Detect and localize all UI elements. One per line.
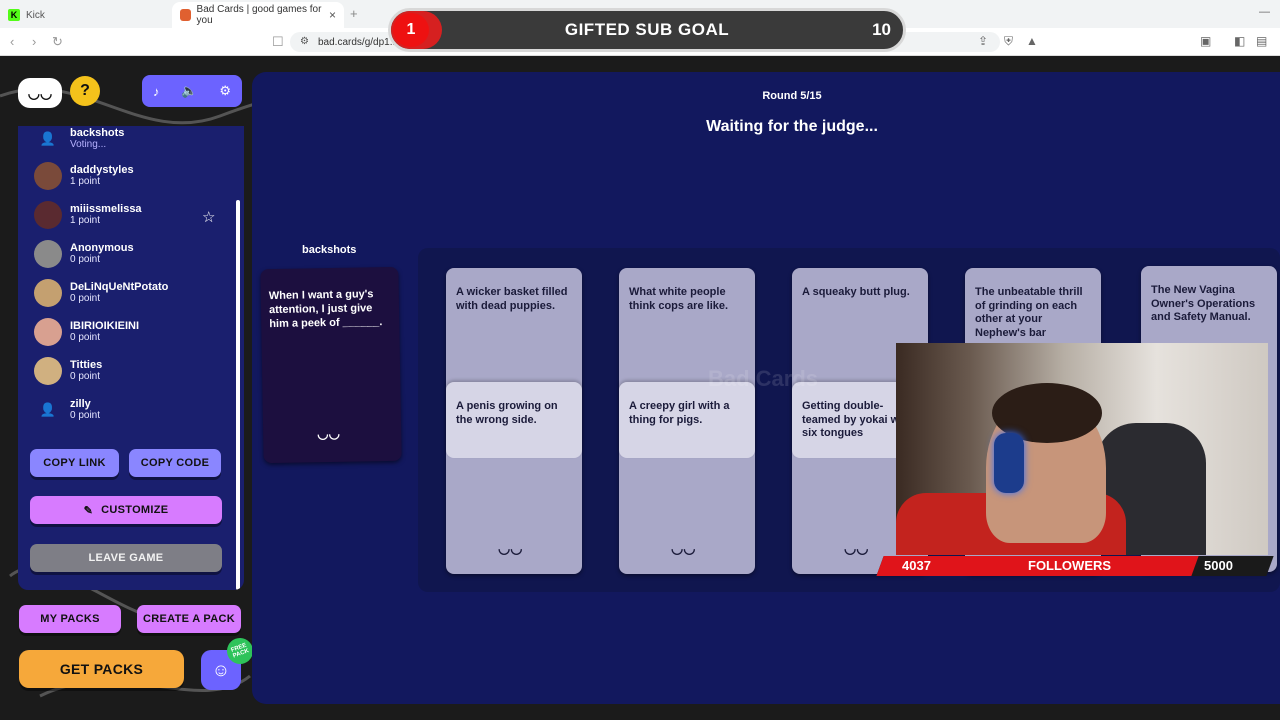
player-name: DeLiNqUeNtPotato (70, 281, 169, 293)
my-packs-button[interactable]: MY PACKS (19, 605, 121, 633)
back-icon[interactable]: ‹ (10, 34, 14, 49)
player-points: 0 point (70, 410, 101, 421)
customize-label: CUSTOMIZE (101, 504, 169, 516)
followers-current: 4037 (902, 558, 931, 573)
player-row: miiissmelissa 1 point (34, 198, 142, 232)
create-pack-button[interactable]: CREATE A PACK (137, 605, 241, 633)
player-points: 0 point (70, 293, 101, 304)
minimize-icon[interactable]: — (1259, 6, 1270, 18)
question-text: When I want a guy's attention, I just gi… (268, 288, 383, 331)
player-row: IBIRIOIKIEINI 0 point (34, 315, 139, 349)
player-name: IBIRIOIKIEINI (70, 320, 140, 332)
player-points: 1 point (70, 176, 101, 187)
player-row: Titties 0 point (34, 354, 102, 388)
help-icon[interactable]: ? (70, 76, 100, 106)
customize-button[interactable]: ✎ CUSTOMIZE (30, 496, 222, 524)
answer-card-front[interactable]: A creepy girl with a thing for pigs. (619, 382, 755, 458)
close-tab-icon[interactable]: × (329, 8, 336, 22)
avatar (34, 318, 62, 346)
answer-text: A squeaky butt plug. (802, 286, 910, 298)
player-row: daddystyles 1 point (34, 159, 134, 193)
copy-code-button[interactable]: COPY CODE (129, 449, 221, 477)
game-controls: ♪ 🔈 ⚙ (142, 75, 242, 107)
answer-card[interactable]: What white people think cops are like. A… (619, 268, 755, 574)
mute-music-icon[interactable]: ♪ (153, 84, 160, 99)
webcam-overlay (896, 343, 1268, 555)
followers-label: FOLLOWERS (1028, 558, 1112, 573)
tab-search-icon[interactable]: ▣ (1200, 34, 1211, 48)
player-name: daddystyles (70, 164, 134, 176)
player-name: miiissmelissa (70, 203, 142, 215)
card-logo-icon: ◡◡ (498, 540, 523, 556)
answer-text: A creepy girl with a thing for pigs. (629, 400, 730, 426)
answer-text: The New Vagina Owner's Operations and Sa… (1151, 284, 1256, 323)
wallet-icon[interactable]: ▤ (1256, 34, 1267, 48)
avatar (34, 357, 62, 385)
player-row: DeLiNqUeNtPotato 0 point (34, 276, 168, 310)
get-packs-button[interactable]: GET PACKS (19, 650, 184, 688)
goal-target-count: 10 (872, 20, 891, 39)
player-name: Anonymous (70, 242, 134, 254)
answer-card-front[interactable]: A penis growing on the wrong side. (446, 382, 582, 458)
extension-triangle-icon[interactable]: ▲ (1026, 34, 1038, 48)
avatar (34, 201, 62, 229)
player-points: 0 point (70, 254, 101, 265)
player-status: Voting... (70, 139, 107, 150)
avatar (34, 162, 62, 190)
sidebar-toggle-icon[interactable]: ◧ (1234, 34, 1245, 48)
window-controls: — (1259, 6, 1270, 18)
copy-link-button[interactable]: COPY LINK (30, 449, 119, 477)
answer-text: What white people think cops are like. (629, 286, 729, 312)
player-list-scrollbar[interactable] (236, 200, 240, 590)
round-counter: Round 5/15 (762, 90, 822, 102)
avatar (34, 279, 62, 307)
brush-icon: ✎ (83, 504, 94, 517)
player-name: backshots (70, 127, 125, 139)
bad-cards-watermark: Bad Cards (708, 366, 819, 391)
followers-target: 5000 (1204, 558, 1233, 573)
extension-shield-icon[interactable]: ⛨ (1004, 34, 1013, 49)
settings-gear-icon[interactable]: ⚙ (219, 83, 231, 99)
user-icon: 👤 (39, 131, 57, 146)
reload-icon[interactable]: ↻ (52, 34, 63, 50)
tab-bad-cards[interactable]: Bad Cards | good games for you × (172, 2, 344, 28)
answer-text: The unbeatable thrill of grinding on eac… (975, 286, 1083, 339)
bad-cards-favicon-icon (180, 9, 191, 21)
share-icon[interactable]: ⇪ (978, 34, 988, 48)
star-icon[interactable]: ☆ (202, 208, 215, 226)
avatar (34, 240, 62, 268)
question-card: When I want a guy's attention, I just gi… (260, 266, 402, 464)
player-points: 1 point (70, 215, 101, 226)
user-icon: 👤 (39, 402, 57, 417)
answer-card[interactable]: A wicker basket filled with dead puppies… (446, 268, 582, 574)
judge-name: backshots (302, 244, 357, 256)
bookmark-icon[interactable]: ☐ (272, 34, 284, 50)
player-name: zilly (70, 398, 91, 410)
player-name: Titties (70, 359, 103, 371)
player-points: 0 point (70, 332, 101, 343)
leave-game-button[interactable]: LEAVE GAME (30, 544, 222, 572)
headset-icon (994, 433, 1024, 493)
tab-kick[interactable]: K Kick (0, 2, 170, 28)
goal-title: GIFTED SUB GOAL (564, 20, 730, 39)
tab-label: Bad Cards | good games for you (196, 4, 322, 26)
forward-icon[interactable]: › (32, 34, 36, 49)
volume-icon[interactable]: 🔈 (181, 83, 197, 99)
bad-cards-logo[interactable]: ◡◡ (18, 78, 62, 108)
card-logo-icon: ◡◡ (671, 540, 696, 556)
site-info-icon[interactable]: ⚙ (300, 36, 309, 47)
new-tab-icon[interactable]: + (350, 6, 358, 21)
answer-text: A penis growing on the wrong side. (456, 400, 558, 426)
player-row: 👤 zilly 0 point (34, 393, 100, 427)
game-status: Waiting for the judge... (706, 118, 878, 135)
player-row: 👤 backshots Voting... (34, 126, 125, 156)
tab-label: Kick (26, 9, 45, 21)
player-row: Anonymous 0 point (34, 237, 134, 271)
gifted-sub-goal-bar: 1 GIFTED SUB GOAL 10 (388, 8, 906, 52)
player-points: 0 point (70, 371, 101, 382)
card-logo-icon: ◡◡ (844, 540, 869, 556)
answer-text: A wicker basket filled with dead puppies… (456, 286, 568, 312)
kick-favicon-icon: K (8, 9, 20, 21)
card-logo-icon: ◡◡ (317, 425, 341, 442)
